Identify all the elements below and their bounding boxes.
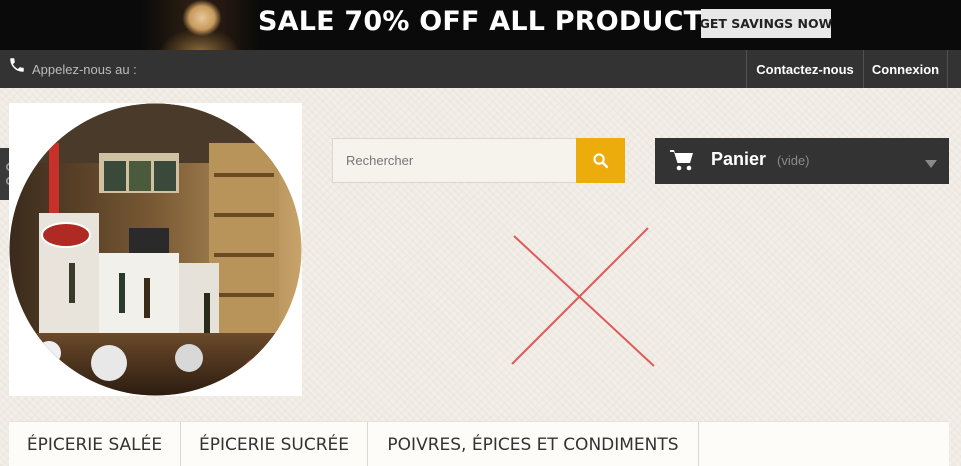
menu-item-epicerie-sucree[interactable]: ÉPICERIE SUCRÉE bbox=[181, 422, 368, 466]
cart-label: Panier bbox=[711, 149, 767, 169]
search-input[interactable] bbox=[332, 138, 576, 183]
banner-headline: SALE 70% OFF ALL PRODUCTS bbox=[258, 6, 722, 37]
get-savings-button[interactable]: GET SAVINGS NOW bbox=[700, 9, 832, 38]
login-link[interactable]: Connexion bbox=[863, 50, 948, 88]
category-menu: ÉPICERIE SALÉE ÉPICERIE SUCRÉE POIVRES, … bbox=[9, 421, 949, 466]
contact-us-link[interactable]: Contactez-nous bbox=[746, 50, 863, 88]
store-interior-photo bbox=[9, 103, 302, 396]
shop-logo[interactable] bbox=[9, 103, 302, 396]
caret-down-icon bbox=[925, 155, 937, 173]
menu-item-poivres-epices[interactable]: POIVRES, ÉPICES ET CONDIMENTS bbox=[368, 422, 699, 466]
banner-model-photo bbox=[140, 0, 260, 50]
broken-image-icon bbox=[511, 227, 655, 367]
cart-status: (vide) bbox=[777, 153, 810, 168]
top-nav-bar: Appelez-nous au : Contactez-nous Connexi… bbox=[0, 50, 961, 88]
call-us-text: Appelez-nous au : bbox=[32, 62, 137, 77]
menu-item-epicerie-salee[interactable]: ÉPICERIE SALÉE bbox=[9, 422, 181, 466]
search-icon bbox=[593, 153, 609, 169]
cart-icon bbox=[669, 148, 695, 177]
cart-dropdown[interactable]: Panier (vide) bbox=[655, 138, 949, 184]
promo-banner[interactable]: SALE 70% OFF ALL PRODUCTS GET SAVINGS NO… bbox=[0, 0, 961, 50]
search-button[interactable] bbox=[576, 138, 625, 183]
phone-icon bbox=[8, 56, 26, 74]
